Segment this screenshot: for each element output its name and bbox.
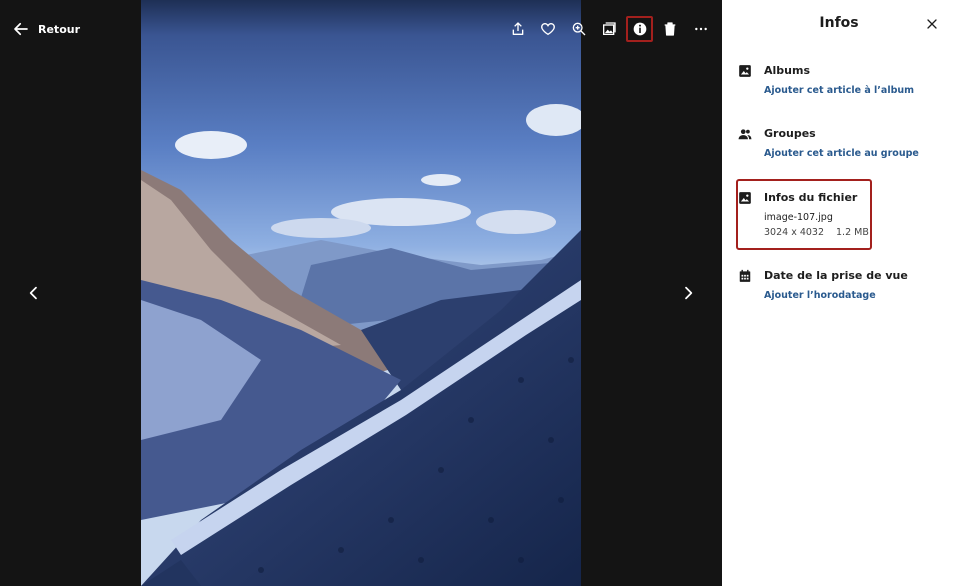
share-button[interactable]	[505, 16, 531, 42]
arrow-left-icon	[14, 22, 28, 36]
back-button[interactable]: Retour	[12, 16, 80, 42]
albums-heading: Albums	[764, 64, 810, 77]
zoom-button[interactable]	[566, 16, 592, 42]
photo-viewer: Retour	[0, 0, 722, 586]
info-panel: Infos Albums Ajouter cet article à l’alb…	[722, 0, 956, 586]
albums-section: Albums Ajouter cet article à l’album	[738, 64, 948, 104]
previous-photo-button[interactable]	[21, 280, 47, 306]
viewer-toolbar	[505, 16, 718, 42]
chevron-left-icon	[29, 286, 37, 300]
close-icon	[927, 19, 937, 29]
next-photo-button[interactable]	[675, 280, 701, 306]
back-label: Retour	[38, 22, 81, 36]
add-to-album-link[interactable]: Ajouter cet article à l’album	[764, 85, 914, 96]
people-icon	[738, 127, 752, 141]
heart-icon	[541, 22, 556, 36]
favorite-button[interactable]	[535, 16, 561, 42]
groups-section: Groupes Ajouter cet article au groupe	[738, 127, 948, 167]
slideshow-button[interactable]	[596, 16, 622, 42]
date-heading: Date de la prise de vue	[764, 269, 908, 282]
add-timestamp-link[interactable]: Ajouter l’horodatage	[764, 290, 876, 301]
groups-heading: Groupes	[764, 127, 816, 140]
info-icon	[633, 22, 647, 36]
share-icon	[512, 22, 524, 35]
file-info-highlight	[736, 179, 872, 250]
chevron-right-icon	[685, 286, 693, 300]
panel-title: Infos	[819, 15, 859, 31]
calendar-icon	[738, 269, 752, 283]
info-button[interactable]	[626, 16, 654, 42]
close-button[interactable]	[922, 14, 942, 34]
more-button[interactable]	[688, 16, 714, 42]
trash-icon	[665, 22, 676, 36]
delete-button[interactable]	[657, 16, 683, 42]
image-icon	[738, 64, 752, 78]
add-to-group-link[interactable]: Ajouter cet article au groupe	[764, 148, 919, 159]
slideshow-icon	[602, 22, 616, 35]
zoom-in-icon	[572, 22, 586, 36]
more-icon	[694, 27, 707, 31]
photo-image	[141, 0, 581, 586]
date-section: Date de la prise de vue Ajouter l’horoda…	[738, 269, 948, 309]
